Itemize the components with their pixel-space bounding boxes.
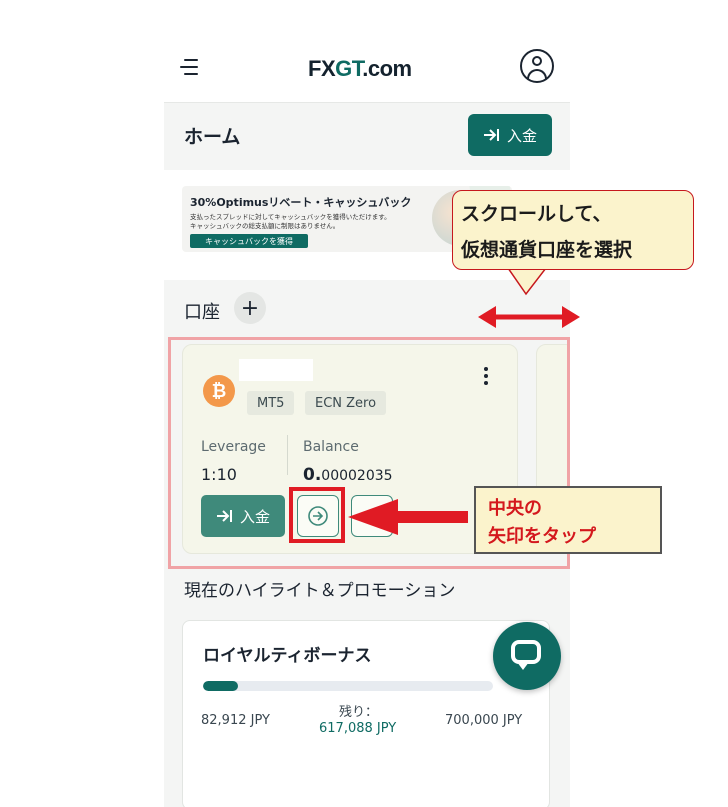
scroll-instruction-line2: 仮想通貨口座を選択: [461, 239, 633, 261]
promotions-heading: 現在のハイライト＆プロモーション: [184, 581, 456, 601]
chat-button[interactable]: [493, 622, 561, 690]
tap-instruction-callout: 中央の 矢印をタップ: [474, 486, 662, 554]
scroll-instruction-line1: スクロールして、: [461, 203, 612, 225]
tap-instruction-line1: 中央の: [488, 498, 542, 519]
loyalty-target-amount: 700,000 JPY: [445, 713, 523, 728]
scroll-arrow-icon: [478, 306, 580, 328]
loyalty-remaining-label: 残り：: [339, 705, 379, 720]
deposit-button-label: 入金: [506, 126, 537, 145]
page-title: ホーム: [184, 126, 241, 148]
scroll-instruction-callout: スクロールして、 仮想通貨口座を選択: [452, 190, 694, 270]
loyalty-progress-bar: [203, 681, 493, 691]
fxgt-logo[interactable]: FXGT.com: [308, 56, 412, 82]
top-bar: FXGT.com: [164, 36, 570, 103]
menu-icon[interactable]: [180, 57, 202, 77]
tap-instruction-line2: 矢印をタップ: [488, 526, 596, 547]
banner-text-line2: キャッシュバックの総支払額に制限はありません。: [190, 222, 340, 230]
callout-pointer-icon: [507, 268, 547, 296]
loyalty-current-amount: 82,912 JPY: [201, 713, 270, 728]
pointer-arrow-icon: [348, 499, 468, 535]
deposit-arrow-icon: [483, 129, 499, 141]
transfer-button-highlight: [289, 487, 345, 543]
loyalty-remaining-amount: 617,088 JPY: [319, 721, 397, 736]
accounts-label: 口座: [184, 302, 220, 323]
banner-cashback-button[interactable]: キャッシュバックを獲得: [190, 234, 308, 248]
banner-title: 30%Optimusリベート・キャッシュバック: [190, 196, 412, 209]
deposit-button[interactable]: 入金: [468, 114, 552, 156]
add-account-button[interactable]: +: [234, 292, 266, 324]
loyalty-bonus-title: ロイヤルティボーナス: [203, 646, 372, 666]
profile-icon[interactable]: [520, 49, 554, 83]
chat-icon: [511, 640, 541, 664]
